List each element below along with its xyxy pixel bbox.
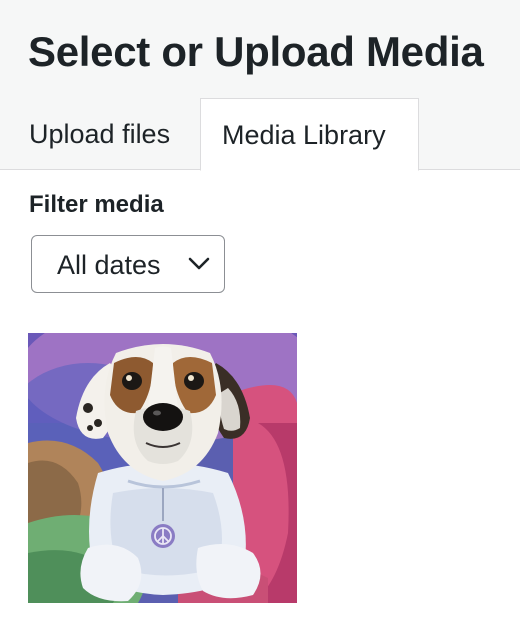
filter-media-label: Filter media: [29, 191, 164, 218]
chevron-down-icon: [188, 257, 210, 270]
dog-painting-image: [28, 333, 297, 603]
media-thumbnail[interactable]: [28, 333, 297, 603]
tab-upload-files[interactable]: Upload files: [0, 98, 200, 170]
date-filter-select[interactable]: All dates: [31, 235, 225, 293]
tab-label: Media Library: [222, 120, 386, 150]
modal-title: Select or Upload Media: [28, 28, 484, 75]
tab-label: Upload files: [29, 119, 171, 149]
media-modal-header: Select or Upload Media Upload files Medi…: [0, 0, 520, 171]
date-filter-value: All dates: [57, 250, 161, 280]
tab-media-library[interactable]: Media Library: [200, 98, 419, 171]
